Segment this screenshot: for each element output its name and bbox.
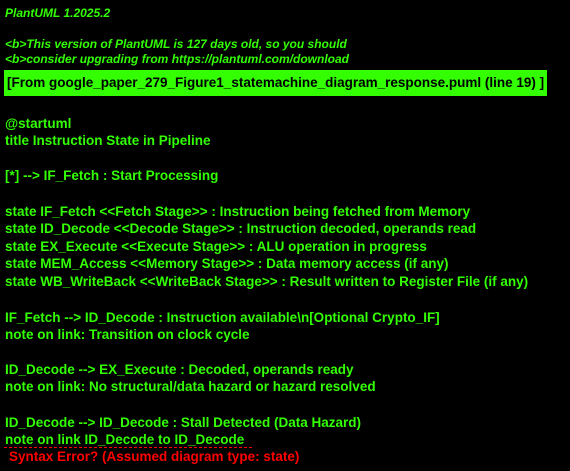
- source-line-decode-self-loop: ID_Decode --> ID_Decode : Stall Detected…: [5, 415, 361, 430]
- source-line-fetch-to-decode: IF_Fetch --> ID_Decode : Instruction ava…: [5, 310, 440, 325]
- plantuml-version: PlantUML 1.2025.2: [5, 6, 111, 20]
- source-line-startuml: @startuml: [5, 116, 72, 131]
- source-line-state-wb-writeback: state WB_WriteBack <<WriteBack Stage>> :…: [5, 274, 529, 289]
- source-line-title: title Instruction State in Pipeline: [5, 133, 211, 148]
- source-line-decode-to-execute: ID_Decode --> EX_Execute : Decoded, oper…: [5, 362, 354, 377]
- source-line-note-self-loop: note on link ID_Decode to ID_Decode: [5, 432, 245, 447]
- source-line-note-hazard: note on link: No structural/data hazard …: [5, 379, 376, 394]
- syntax-error-message: Syntax Error? (Assumed diagram type: sta…: [9, 449, 300, 464]
- source-line-state-if-fetch: state IF_Fetch <<Fetch Stage>> : Instruc…: [5, 204, 471, 219]
- source-line-state-id-decode: state ID_Decode <<Decode Stage>> : Instr…: [5, 221, 477, 236]
- source-line-note-clock-cycle: note on link: Transition on clock cycle: [5, 327, 250, 342]
- upgrade-warning-line-2: <b>consider upgrading from https://plant…: [5, 52, 350, 66]
- source-line-state-ex-execute: state EX_Execute <<Execute Stage>> : ALU…: [5, 239, 427, 254]
- source-line-state-mem-access: state MEM_Access <<Memory Stage>> : Data…: [5, 256, 449, 271]
- source-file-banner: [From google_paper_279_Figure1_statemach…: [4, 70, 548, 96]
- source-line-initial-transition: [*] --> IF_Fetch : Start Processing: [5, 168, 219, 183]
